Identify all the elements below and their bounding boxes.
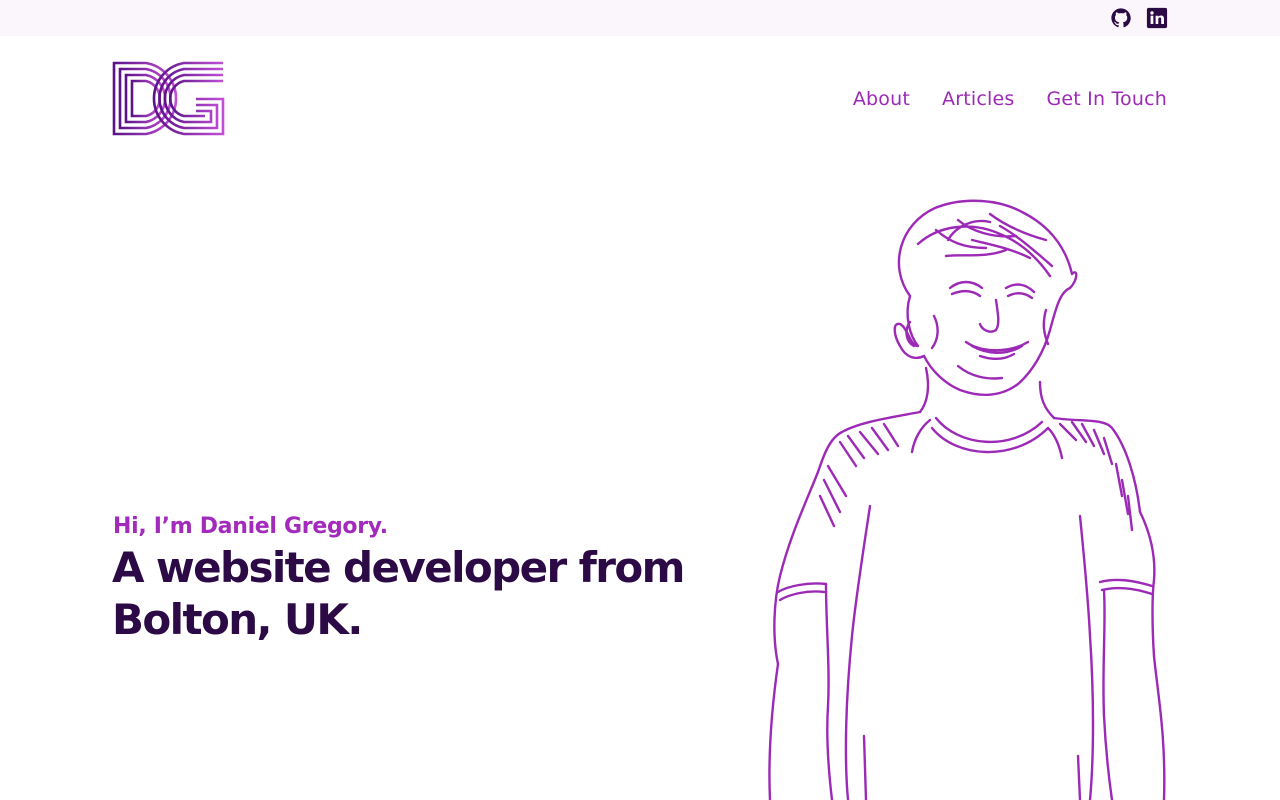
site-logo[interactable] [112,61,225,136]
top-bar [0,0,1280,36]
nav-about[interactable]: About [853,88,910,110]
nav-articles[interactable]: Articles [942,88,1014,110]
github-link[interactable] [1110,7,1132,29]
hero-greeting: Hi, I’m Daniel Gregory. [113,514,388,539]
portrait-illustration [768,199,1166,800]
linkedin-link[interactable] [1146,7,1168,29]
linkedin-icon [1146,7,1168,29]
nav-get-in-touch[interactable]: Get In Touch [1046,88,1167,110]
github-icon [1111,8,1131,28]
hero-headline: A website developer from Bolton, UK. [112,543,685,644]
main-nav: About Articles Get In Touch [853,86,1167,112]
dg-logo-icon [112,61,225,136]
